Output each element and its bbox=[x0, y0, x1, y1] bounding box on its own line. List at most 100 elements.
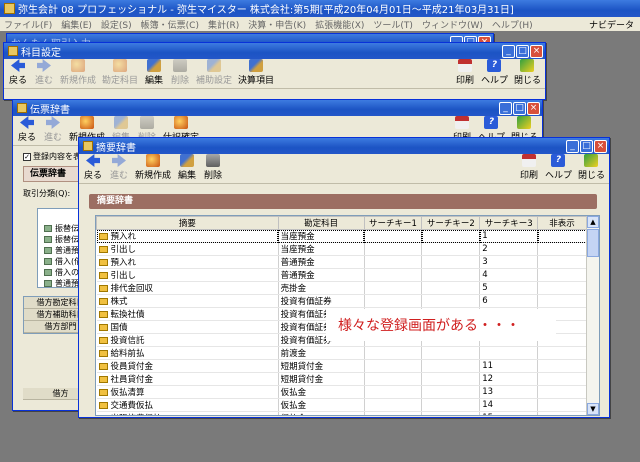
minimize-icon[interactable]: _ bbox=[499, 102, 512, 115]
maximize-icon[interactable]: □ bbox=[580, 140, 593, 153]
table-row[interactable]: 交通費仮払 仮払金 14 bbox=[96, 398, 587, 412]
delete-button[interactable]: 削除 bbox=[170, 59, 190, 86]
entry-icon bbox=[98, 259, 108, 266]
menu-closing[interactable]: 決算・申告(K) bbox=[248, 18, 306, 31]
col-key2[interactable]: サーチキー2 bbox=[421, 216, 481, 230]
table-row[interactable]: 給料前払 前渡金 bbox=[96, 346, 587, 360]
tekiyo-cell: 交通費仮払 bbox=[96, 398, 279, 412]
menu-help[interactable]: ヘルプ(H) bbox=[492, 18, 533, 31]
table-row[interactable]: 預入れ 普通預金 3 bbox=[96, 255, 587, 269]
delete-button[interactable]: 削除 bbox=[203, 154, 223, 181]
item-icon bbox=[44, 236, 52, 243]
tekiyo-cell: 社員貸付金 bbox=[96, 372, 279, 386]
vertical-scrollbar[interactable]: ▲ ▼ bbox=[586, 216, 599, 415]
trash-icon bbox=[140, 116, 155, 129]
forward-button[interactable]: 進む bbox=[34, 59, 54, 86]
minimize-icon[interactable]: _ bbox=[502, 45, 515, 58]
new-button[interactable]: 新規作成 bbox=[60, 59, 96, 86]
table-row[interactable]: 出張旅費仮払仮払金 15 bbox=[96, 411, 587, 415]
hidden-cell bbox=[537, 372, 587, 386]
col-tekiyo[interactable]: 摘要 bbox=[96, 216, 279, 230]
table-row[interactable]: 引出し 当座預金 2 bbox=[96, 242, 587, 256]
tekiyo-cell: 転換社債 bbox=[96, 307, 279, 321]
maximize-icon[interactable]: □ bbox=[513, 102, 526, 115]
closing-item-button[interactable]: 決算項目 bbox=[238, 59, 274, 86]
filter-label: 取引分類(Q): bbox=[23, 189, 71, 198]
forward-button[interactable]: 進む bbox=[43, 116, 63, 143]
edit-icon bbox=[147, 59, 162, 72]
kamoku-cell: 当座預金 bbox=[278, 242, 365, 256]
scroll-down-icon[interactable]: ▼ bbox=[587, 403, 599, 415]
kamoku-cell: 短期貸付金 bbox=[278, 372, 365, 386]
forward-button[interactable]: 進む bbox=[109, 154, 129, 181]
kamoku-cell: 仮払金 bbox=[278, 411, 365, 415]
annotation-callout: 様々な登録画面がある・・・ bbox=[326, 309, 556, 341]
help-button[interactable]: ?ヘルプ bbox=[481, 59, 508, 86]
close-button[interactable]: 閉じる bbox=[578, 154, 605, 181]
close-icon[interactable]: × bbox=[527, 102, 540, 115]
menu-books[interactable]: 帳簿・伝票(C) bbox=[141, 18, 199, 31]
item-icon bbox=[44, 247, 52, 254]
search-key-cell bbox=[364, 268, 423, 282]
help-button[interactable]: ?ヘルプ bbox=[545, 154, 572, 181]
hidden-cell bbox=[537, 281, 587, 295]
hidden-cell bbox=[537, 229, 587, 243]
minimize-icon[interactable]: _ bbox=[566, 140, 579, 153]
table-header: 摘要 勘定科目 サーチキー1 サーチキー2 サーチキー3 非表示 bbox=[96, 216, 587, 230]
exit-icon bbox=[520, 59, 535, 72]
kamoku-cell: 投資有価証券 bbox=[278, 294, 365, 308]
back-button[interactable]: 戻る bbox=[83, 154, 103, 181]
kamoku-cell: 売掛金 bbox=[278, 281, 365, 295]
back-arrow-icon bbox=[86, 154, 100, 167]
scroll-up-icon[interactable]: ▲ bbox=[587, 216, 599, 228]
table-row[interactable]: 社員貸付金 短期貸付金 12 bbox=[96, 372, 587, 386]
table-row[interactable]: 排代金回収 売掛金 5 bbox=[96, 281, 587, 295]
search-key-cell bbox=[421, 268, 481, 282]
menu-settings[interactable]: 設定(S) bbox=[101, 18, 132, 31]
menu-extensions[interactable]: 拡張機能(X) bbox=[315, 18, 364, 31]
back-button[interactable]: 戻る bbox=[8, 59, 28, 86]
print-button[interactable]: 印刷 bbox=[519, 154, 539, 181]
key3-cell: 14 bbox=[479, 398, 539, 412]
menu-tools[interactable]: ツール(T) bbox=[373, 18, 413, 31]
edit-button[interactable]: 編集 bbox=[144, 59, 164, 86]
hidden-cell bbox=[537, 294, 587, 308]
menu-summary[interactable]: 集計(R) bbox=[208, 18, 239, 31]
new-icon bbox=[146, 154, 160, 167]
search-key-cell bbox=[364, 385, 423, 399]
entry-icon bbox=[98, 272, 108, 279]
close-icon[interactable]: × bbox=[594, 140, 607, 153]
col-key1[interactable]: サーチキー1 bbox=[363, 216, 423, 230]
back-arrow-icon bbox=[20, 116, 34, 129]
col-key3[interactable]: サーチキー3 bbox=[479, 216, 539, 230]
entry-icon bbox=[98, 376, 108, 383]
account-button[interactable]: 勘定科目 bbox=[102, 59, 138, 86]
menu-edit[interactable]: 編集(E) bbox=[61, 18, 92, 31]
back-button[interactable]: 戻る bbox=[17, 116, 37, 143]
window-icon bbox=[8, 46, 18, 56]
navi-button[interactable]: ナビデータ bbox=[589, 18, 634, 31]
menu-file[interactable]: ファイル(F) bbox=[4, 18, 52, 31]
table-row[interactable]: 預入れ 当座預金 1 bbox=[96, 229, 587, 243]
table-row[interactable]: 役員貸付金 短期貸付金 11 bbox=[96, 359, 587, 373]
menu-window[interactable]: ウィンドウ(W) bbox=[422, 18, 483, 31]
tekiyo-cell: 排代金回収 bbox=[96, 281, 279, 295]
kamoku-cell: 普通預金 bbox=[278, 255, 365, 269]
new-button[interactable]: 新規作成 bbox=[135, 154, 171, 181]
search-key-cell bbox=[421, 281, 481, 295]
sub-settings-button[interactable]: 補助設定 bbox=[196, 59, 232, 86]
print-button[interactable]: 印刷 bbox=[455, 59, 475, 86]
table-row[interactable]: 仮払清算 仮払金 13 bbox=[96, 385, 587, 399]
close-button[interactable]: 閉じる bbox=[514, 59, 541, 86]
edit-button[interactable]: 編集 bbox=[177, 154, 197, 181]
table-row[interactable]: 引出し 普通預金 4 bbox=[96, 268, 587, 282]
close-icon[interactable]: × bbox=[530, 45, 543, 58]
scroll-thumb[interactable] bbox=[587, 229, 599, 257]
search-key-cell bbox=[421, 385, 481, 399]
maximize-icon[interactable]: □ bbox=[516, 45, 529, 58]
col-kamoku[interactable]: 勘定科目 bbox=[277, 216, 365, 230]
app-icon bbox=[4, 3, 15, 14]
col-hidden[interactable]: 非表示 bbox=[537, 216, 587, 230]
sub-settings-icon bbox=[207, 59, 222, 72]
table-row[interactable]: 株式 投資有価証券 6 bbox=[96, 294, 587, 308]
